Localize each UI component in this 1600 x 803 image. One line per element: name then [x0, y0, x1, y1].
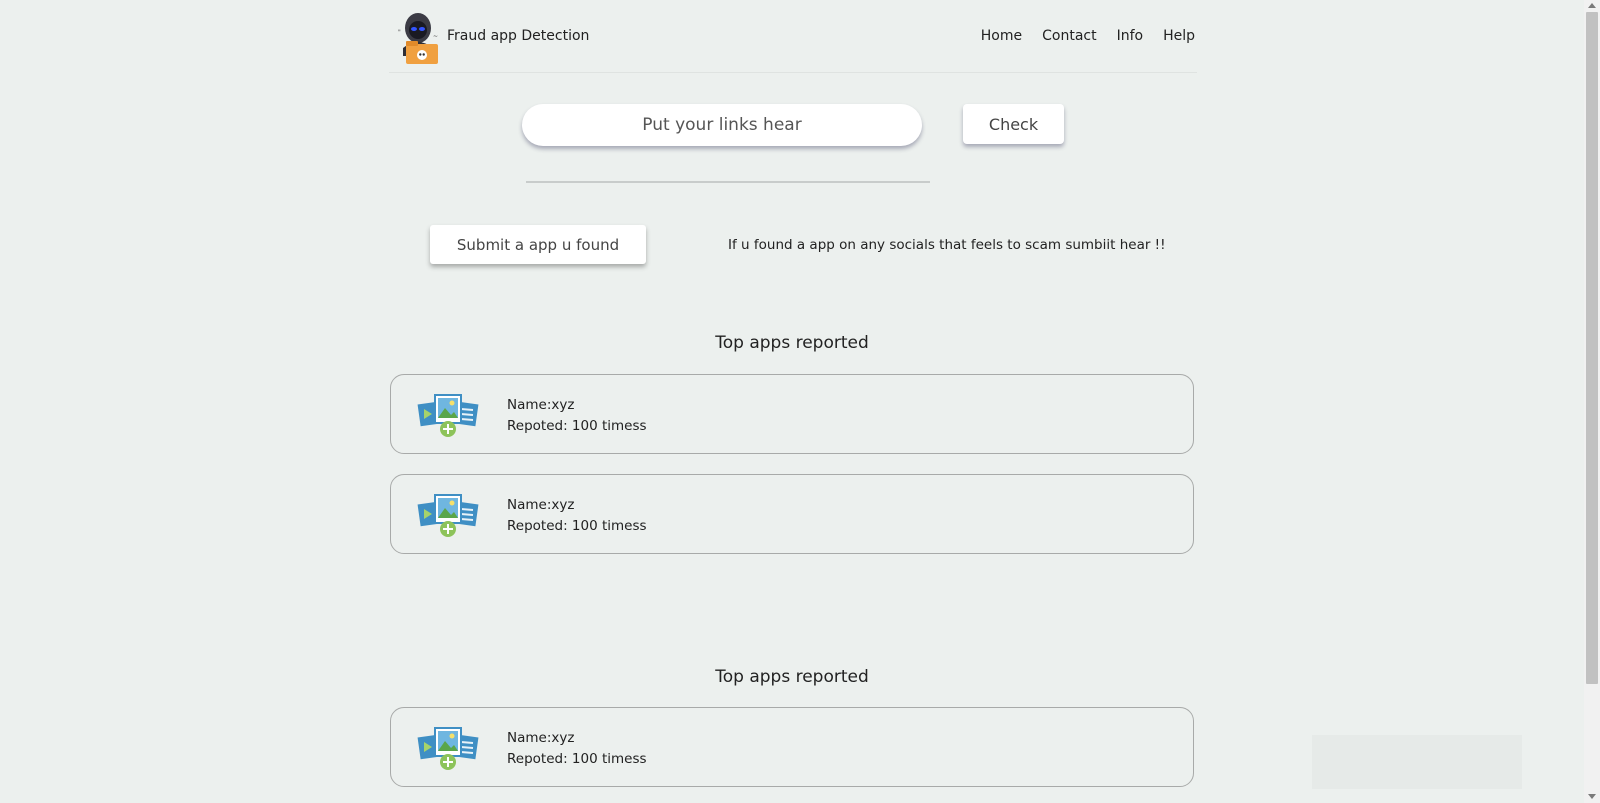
- app-name: Name:xyz: [507, 397, 575, 413]
- link-search-input[interactable]: [522, 104, 922, 146]
- divider: [526, 181, 930, 183]
- app-report-count: Repoted: 100 timess: [507, 751, 647, 767]
- brand-title[interactable]: Fraud app Detection: [447, 28, 589, 44]
- app-report-count: Repoted: 100 timess: [507, 418, 647, 434]
- submit-hint-text: If u found a app on any socials that fee…: [728, 237, 1166, 253]
- media-gallery-add-icon: [417, 727, 479, 770]
- section-title: Top apps reported: [715, 667, 869, 687]
- faded-overlay: [1312, 735, 1522, 789]
- nav-help-link[interactable]: Help: [1163, 28, 1195, 44]
- hacker-logo-icon[interactable]: " ~: [397, 10, 439, 66]
- section-title: Top apps reported: [715, 333, 869, 353]
- reported-app-card[interactable]: Name:xyz Repoted: 100 timess: [390, 707, 1194, 787]
- submit-app-button[interactable]: Submit a app u found: [430, 225, 646, 264]
- svg-text:": ": [398, 29, 401, 36]
- scrollbar-thumb[interactable]: [1586, 12, 1598, 684]
- svg-text:~: ~: [433, 33, 438, 40]
- main-nav: Home Contact Info Help: [981, 28, 1195, 44]
- media-gallery-add-icon: [417, 494, 479, 537]
- nav-home-link[interactable]: Home: [981, 28, 1022, 44]
- check-button[interactable]: Check: [963, 104, 1064, 144]
- app-report-count: Repoted: 100 timess: [507, 518, 647, 534]
- reported-app-card[interactable]: Name:xyz Repoted: 100 timess: [390, 474, 1194, 554]
- reported-app-card[interactable]: Name:xyz Repoted: 100 timess: [390, 374, 1194, 454]
- vertical-scrollbar[interactable]: [1584, 0, 1600, 803]
- header: " ~ Fraud app Detection Home Contact Inf…: [389, 0, 1197, 73]
- app-name: Name:xyz: [507, 730, 575, 746]
- scroll-down-arrow-icon[interactable]: [1588, 794, 1596, 799]
- page: " ~ Fraud app Detection Home Contact Inf…: [0, 0, 1584, 803]
- nav-info-link[interactable]: Info: [1117, 28, 1144, 44]
- nav-contact-link[interactable]: Contact: [1042, 28, 1096, 44]
- app-name: Name:xyz: [507, 497, 575, 513]
- media-gallery-add-icon: [417, 394, 479, 437]
- scroll-up-arrow-icon[interactable]: [1588, 3, 1596, 8]
